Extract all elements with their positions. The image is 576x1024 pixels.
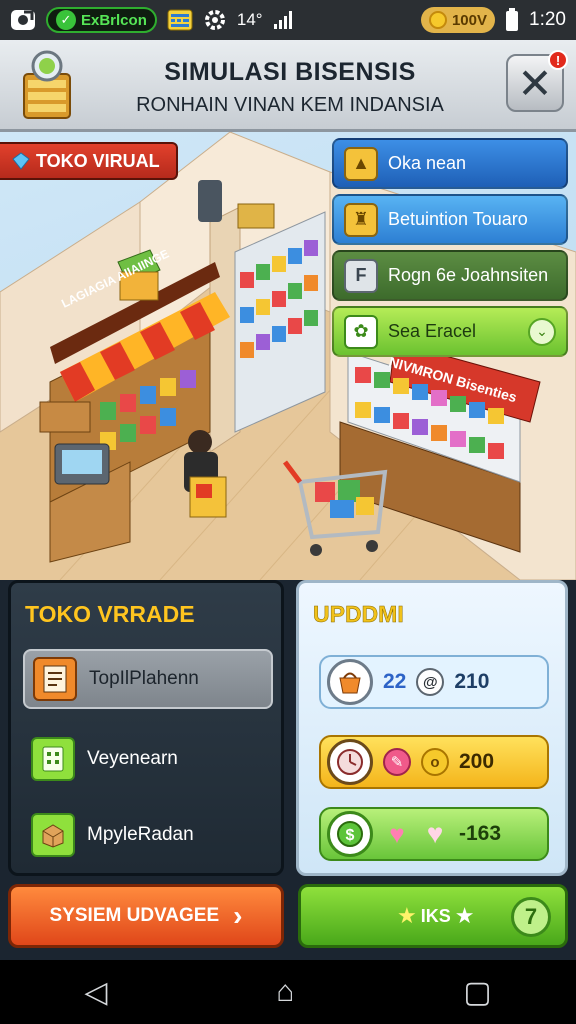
- left-panel-title: TOKO VRRADE: [25, 601, 195, 627]
- stat-row[interactable]: $ ♥ ♥ -163: [319, 807, 549, 861]
- virtual-store-tag[interactable]: TOKO VIRUAL: [0, 142, 178, 180]
- left-panel-item-label: Veyenearn: [87, 748, 178, 769]
- signal-icon: [273, 11, 292, 29]
- gear-icon: [204, 10, 225, 30]
- star-icon: ★: [454, 903, 475, 928]
- update-panel: UPDDMI 22 @ 210 ✎ o 200 $ ♥ ♥ -163: [296, 580, 568, 876]
- left-panel-item[interactable]: MpyleRadan: [23, 805, 273, 865]
- level-badge: 7: [511, 897, 551, 937]
- clock-text: 1:20: [529, 9, 566, 30]
- menu-item-rogn[interactable]: F Rogn 6e Joahnsiten: [332, 250, 568, 301]
- shop-icon: ▲: [344, 146, 378, 181]
- pencil-icon: ✎: [383, 748, 411, 776]
- coin-badge[interactable]: 100V: [420, 7, 496, 33]
- stat-value: 210: [454, 670, 490, 693]
- clock-icon: [327, 739, 373, 785]
- status-bar: ✓ ExBrlcon 14° 100V 1:20: [0, 0, 576, 40]
- store-scene[interactable]: LAGIAGIA AIIAIINGE NIVMRON Bisenties TOK…: [0, 132, 576, 580]
- home-icon[interactable]: ⌂: [276, 975, 294, 1009]
- action-menu: ▲ Oka nean ♜ Betuintion Touaro F Rogn 6e…: [332, 138, 568, 362]
- close-icon: ✕: [517, 59, 553, 107]
- menu-item-sea-eracel[interactable]: ✿ Sea Eracel ⌄: [332, 306, 568, 357]
- coin-icon: o: [421, 748, 449, 776]
- diamond-icon: [12, 152, 30, 170]
- keyboard-icon: [167, 9, 193, 31]
- stat-value: -163: [459, 822, 502, 845]
- menu-item-label: Sea Eracel: [388, 321, 477, 342]
- calculator-icon: [31, 737, 75, 781]
- shop-sign-text: LAGIAGIA AIIAIINGE: [59, 250, 171, 311]
- left-panel-item-label: TopIlPlahenn: [89, 668, 199, 689]
- heart-icon: ♥: [389, 818, 405, 849]
- menu-item-label: Oka nean: [388, 153, 467, 174]
- temperature-text: 14°: [236, 10, 263, 29]
- store-building-icon: [23, 50, 71, 119]
- basket-icon: [327, 659, 373, 705]
- coin-amount: 100V: [451, 11, 488, 29]
- store-upgrade-panel: TOKO VRRADE TopIlPlahenn Veyenearn Mpyle…: [8, 580, 284, 876]
- svg-text:$: $: [346, 827, 355, 844]
- document-icon: [33, 657, 77, 701]
- left-panel-item[interactable]: Veyenearn: [23, 729, 273, 789]
- menu-item-oka-nean[interactable]: ▲ Oka nean: [332, 138, 568, 189]
- heart-outline-icon: ♥: [426, 818, 444, 849]
- stat-value: 200: [459, 750, 495, 773]
- game-header: SIMULASI BISENSIS RONHAIN VINAN KEM INDA…: [0, 40, 576, 132]
- system-upgrade-label: SYSIEM UDVAGEE: [49, 905, 220, 926]
- chevron-down-icon: ⌄: [528, 317, 556, 346]
- shield-icon: [11, 10, 35, 30]
- shop-sign: LAGIAGIA AIIAIINGE: [59, 250, 171, 311]
- back-icon[interactable]: ◁: [84, 975, 107, 1010]
- notification-badge: !: [548, 50, 568, 70]
- menu-item-label: Betuintion Touaro: [388, 209, 528, 230]
- recents-icon[interactable]: ▢: [463, 975, 491, 1010]
- app-label: ExBrlcon: [81, 11, 147, 29]
- report-icon: F: [344, 258, 378, 293]
- coin-icon: [428, 11, 447, 29]
- left-panel-item-label: MpyleRadan: [87, 824, 194, 845]
- package-icon: [31, 813, 75, 857]
- leaf-icon: ✿: [344, 314, 378, 349]
- page-title: SIMULASI BISENSIS: [164, 58, 416, 86]
- check-icon: ✓: [56, 10, 76, 30]
- right-panel-title: UPDDMI: [313, 601, 404, 628]
- stat-value-primary: 22: [383, 670, 407, 693]
- left-panel-item[interactable]: TopIlPlahenn: [23, 649, 273, 709]
- stat-row[interactable]: 22 @ 210: [319, 655, 549, 709]
- app-badge[interactable]: ✓ ExBrlcon: [46, 7, 157, 33]
- system-nav-bar: ◁ ⌂ ▢: [0, 960, 576, 1024]
- money-icon: $: [327, 811, 373, 857]
- stat-row[interactable]: ✎ o 200: [319, 735, 549, 789]
- battery-icon: [506, 8, 519, 31]
- page-subtitle: RONHAIN VINAN KEM INDANSIA: [136, 94, 444, 116]
- star-icon: ★: [397, 903, 417, 928]
- store-tag-label: TOKO VIRUAL: [36, 150, 160, 171]
- trophy-icon: ♜: [344, 202, 378, 237]
- rating-label: IKS: [420, 905, 451, 926]
- menu-item-label: Rogn 6e Joahnsiten: [388, 265, 549, 286]
- at-icon: @: [416, 668, 445, 696]
- system-upgrade-button[interactable]: SYSIEM UDVAGEE ›: [8, 884, 284, 948]
- menu-item-betuintion[interactable]: ♜ Betuintion Touaro: [332, 194, 568, 245]
- rating-button[interactable]: ★ IKS ★ 7: [298, 884, 568, 948]
- chevron-right-icon: ›: [233, 900, 243, 931]
